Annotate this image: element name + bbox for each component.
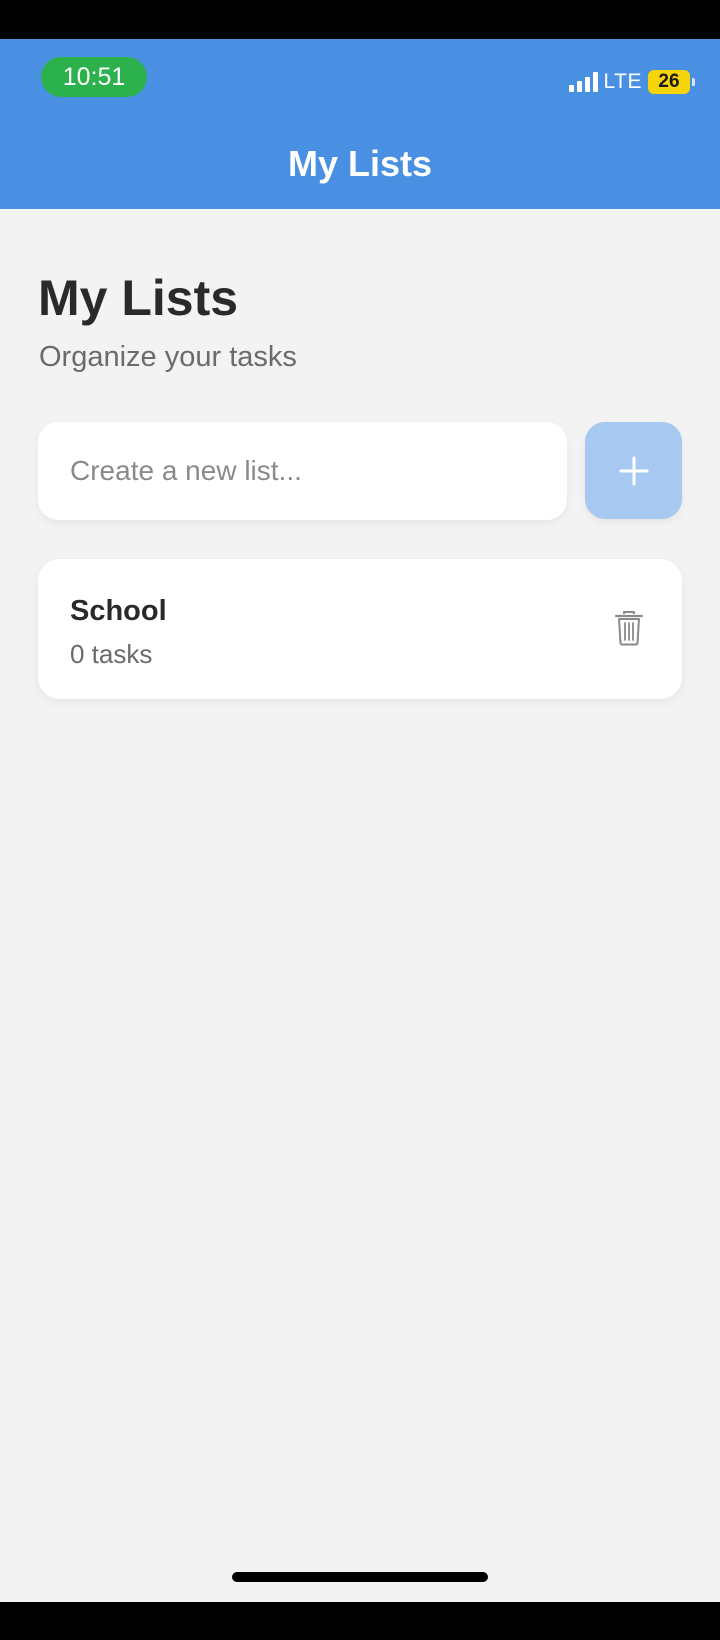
signal-icon <box>568 72 598 92</box>
battery-level: 26 <box>658 71 680 92</box>
page-title: My Lists <box>38 270 239 326</box>
add-list-button[interactable] <box>585 422 682 519</box>
plus-icon <box>619 456 648 485</box>
list-name: School <box>70 595 167 627</box>
app-header: 10:51 LTE 26 My Lists <box>0 39 720 209</box>
status-time: 10:51 <box>41 57 147 97</box>
header-title: My Lists <box>287 143 433 184</box>
new-list-input[interactable] <box>38 422 567 520</box>
list-task-count: 0 tasks <box>70 639 153 669</box>
home-indicator[interactable] <box>232 1572 488 1582</box>
list-item[interactable]: School 0 tasks <box>38 559 682 699</box>
trash-icon <box>614 611 644 646</box>
delete-list-button[interactable] <box>606 605 652 651</box>
bottom-bezel <box>0 1602 720 1640</box>
main-content: My Lists Organize your tasks School 0 ta… <box>0 209 720 1602</box>
status-indicators: LTE 26 <box>568 69 695 95</box>
battery-icon: 26 <box>648 70 695 94</box>
top-bezel <box>0 0 720 39</box>
network-label: LTE <box>603 70 642 93</box>
page-subtitle: Organize your tasks <box>39 341 297 373</box>
